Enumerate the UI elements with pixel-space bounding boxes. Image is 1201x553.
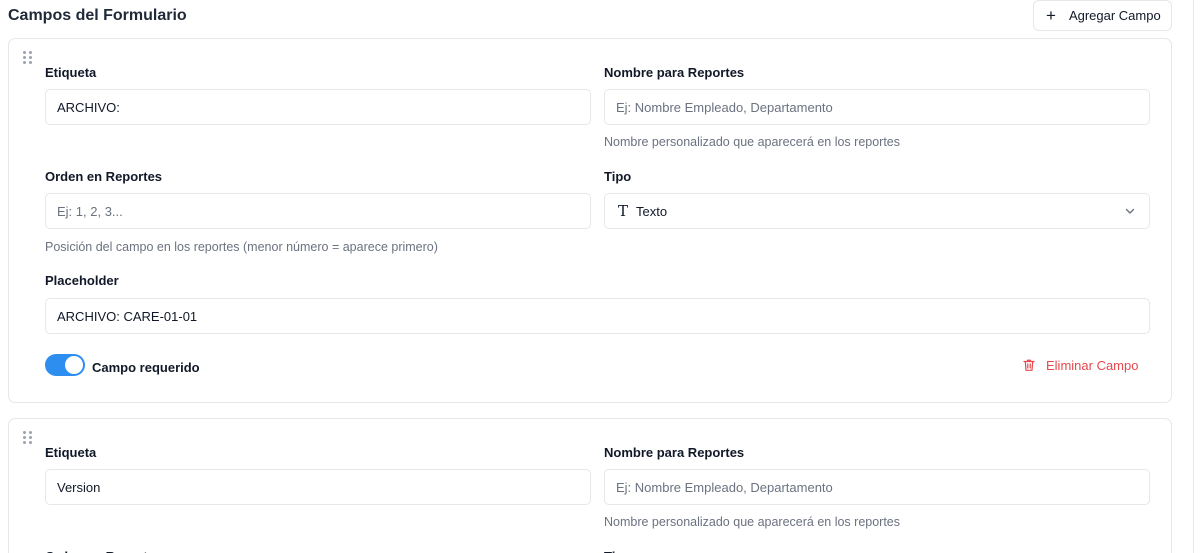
text-type-icon: T <box>618 202 629 220</box>
orden-reportes-label: Orden en Reportes <box>45 169 163 184</box>
delete-field-button[interactable]: Eliminar Campo <box>1022 355 1138 375</box>
page-title: Campos del Formulario <box>8 7 187 24</box>
nombre-reportes-hint: Nombre personalizado que aparecerá en lo… <box>604 135 901 149</box>
placeholder-input[interactable]: ARCHIVO: CARE-01-01 <box>45 298 1150 334</box>
etiqueta-input[interactable]: ARCHIVO: <box>45 89 591 125</box>
drag-handle-icon[interactable] <box>23 51 33 67</box>
required-toggle[interactable] <box>45 354 85 376</box>
nombre-reportes-label: Nombre para Reportes <box>604 445 745 460</box>
field-card: Etiqueta ARCHIVO: Nombre para Reportes E… <box>8 38 1172 403</box>
tipo-select[interactable]: T Texto <box>604 193 1150 229</box>
orden-reportes-hint: Posición del campo en los reportes (meno… <box>45 240 438 254</box>
tipo-label: Tipo <box>604 169 632 184</box>
delete-field-label: Eliminar Campo <box>1046 357 1139 373</box>
toggle-knob <box>65 356 83 374</box>
nombre-reportes-input[interactable]: Ej: Nombre Empleado, Departamento <box>604 469 1150 505</box>
scrollbar-track[interactable] <box>1193 0 1194 553</box>
tipo-label: Tipo <box>604 549 631 553</box>
chevron-down-icon <box>1125 208 1135 214</box>
add-field-label: Agregar Campo <box>1068 8 1161 23</box>
nombre-reportes-hint: Nombre personalizado que aparecerá en lo… <box>604 515 901 529</box>
add-field-button[interactable]: + Agregar Campo <box>1033 0 1172 31</box>
drag-handle-icon[interactable] <box>23 431 33 447</box>
placeholder-label: Placeholder <box>45 273 119 288</box>
orden-reportes-input[interactable]: Ej: 1, 2, 3... <box>45 193 591 229</box>
required-toggle-label: Campo requerido <box>92 360 200 375</box>
nombre-reportes-label: Nombre para Reportes <box>604 65 745 80</box>
etiqueta-input[interactable]: Version <box>45 469 591 505</box>
trash-icon <box>1023 359 1035 371</box>
orden-reportes-label: Orden en Reportes <box>45 549 162 553</box>
etiqueta-label: Etiqueta <box>45 445 97 460</box>
etiqueta-label: Etiqueta <box>45 65 97 80</box>
plus-icon: + <box>1046 6 1056 25</box>
field-card: Etiqueta Version Nombre para Reportes Ej… <box>8 418 1172 553</box>
tipo-selected-value: Texto <box>636 203 668 219</box>
nombre-reportes-input[interactable]: Ej: Nombre Empleado, Departamento <box>604 89 1150 125</box>
